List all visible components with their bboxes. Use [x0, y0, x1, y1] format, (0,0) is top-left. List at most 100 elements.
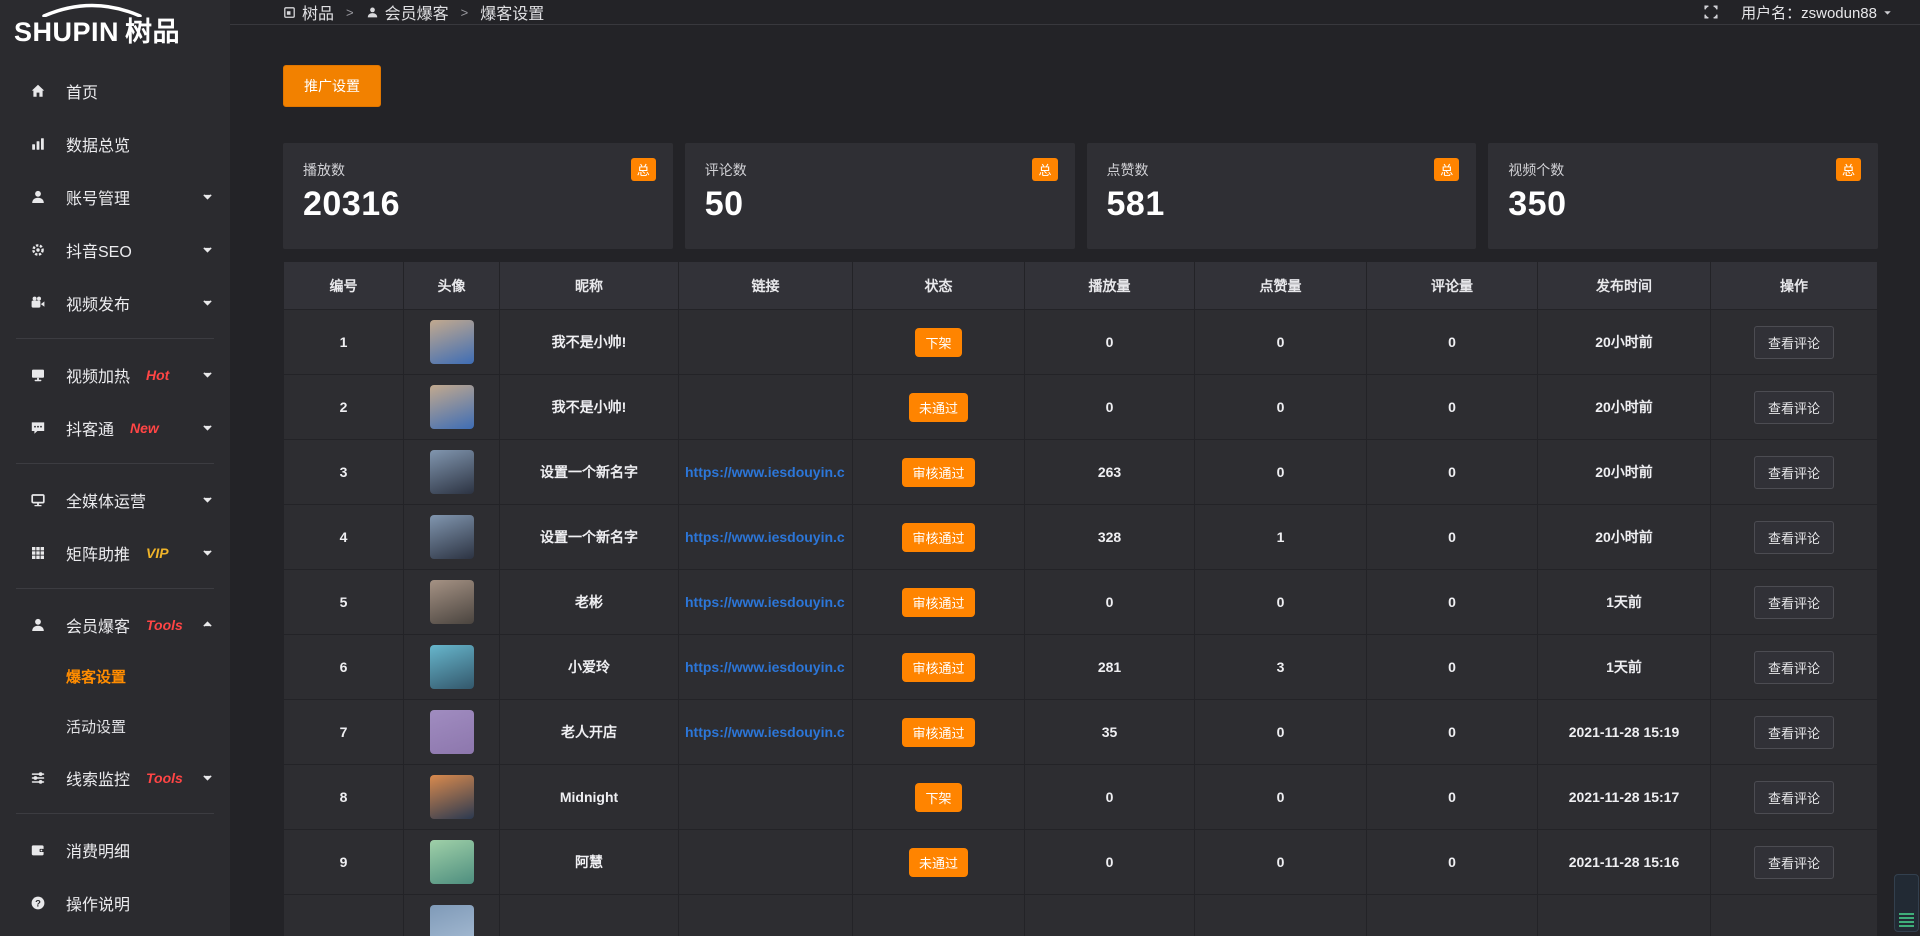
- cell-nickname: 我不是小帅!: [500, 310, 679, 375]
- sliders-icon: [30, 770, 46, 786]
- cell-likes: 1: [1195, 505, 1367, 570]
- sidebar-item-首页[interactable]: 首页: [0, 64, 230, 117]
- sidebar-item-label: 视频发布: [66, 291, 130, 315]
- cell-link: [679, 375, 853, 440]
- cell-plays: 263: [1025, 440, 1195, 505]
- promo-settings-button[interactable]: 推广设置: [283, 65, 381, 107]
- video-link[interactable]: https://www.iesdouyin.c: [685, 594, 845, 610]
- view-comments-button[interactable]: 查看评论: [1754, 521, 1834, 554]
- cell-time: 20小时前: [1538, 505, 1711, 570]
- video-link[interactable]: https://www.iesdouyin.c: [685, 724, 845, 740]
- cell-id: 1: [284, 310, 404, 375]
- cell-actions: 查看评论: [1711, 310, 1878, 375]
- avatar: [430, 320, 474, 364]
- cell-status: 未通过: [853, 830, 1025, 895]
- status-badge: 审核通过: [902, 653, 974, 682]
- cell-plays: 0: [1025, 765, 1195, 830]
- cell-comments: 0: [1367, 830, 1538, 895]
- floating-widget[interactable]: [1894, 874, 1919, 932]
- stat-value: 50: [705, 185, 1055, 224]
- brand-name-en: SHUPIN: [14, 17, 119, 47]
- cell-avatar: [404, 570, 500, 635]
- sidebar-item-label: 视频加热: [66, 363, 130, 387]
- fullscreen-icon[interactable]: [1703, 4, 1719, 20]
- view-comments-button[interactable]: 查看评论: [1754, 586, 1834, 619]
- avatar: [430, 450, 474, 494]
- cell-likes: [1195, 895, 1367, 936]
- brand-logo[interactable]: SHUPIN树品: [0, 0, 230, 58]
- cell-plays: 281: [1025, 635, 1195, 700]
- videos-table: 编号头像昵称链接状态播放量点赞量评论量发布时间操作 1我不是小帅!下架00020…: [283, 261, 1878, 936]
- status-badge: 未通过: [909, 393, 968, 422]
- video-link[interactable]: https://www.iesdouyin.c: [685, 659, 845, 675]
- sidebar-item-全媒体运营[interactable]: 全媒体运营: [0, 473, 230, 526]
- cell-time: 20小时前: [1538, 375, 1711, 440]
- sidebar-item-抖音SEO[interactable]: 抖音SEO: [0, 223, 230, 276]
- sidebar-item-操作说明[interactable]: ?操作说明: [0, 876, 230, 929]
- cell-link: https://www.iesdouyin.c: [679, 570, 853, 635]
- cell-avatar: [404, 700, 500, 765]
- column-header-点赞量: 点赞量: [1195, 262, 1367, 310]
- cell-actions: 查看评论: [1711, 765, 1878, 830]
- sidebar-item-label: 数据总览: [66, 132, 130, 156]
- view-comments-button[interactable]: 查看评论: [1754, 846, 1834, 879]
- stat-value: 350: [1508, 185, 1858, 224]
- avatar: [430, 645, 474, 689]
- breadcrumb-item-树品[interactable]: 树品: [283, 0, 334, 24]
- stat-value: 20316: [303, 185, 653, 224]
- cell-actions: [1711, 895, 1878, 936]
- column-header-昵称: 昵称: [500, 262, 679, 310]
- cell-comments: 0: [1367, 570, 1538, 635]
- sidebar-item-矩阵助推[interactable]: 矩阵助推VIP: [0, 526, 230, 579]
- sidebar-item-视频发布[interactable]: 视频发布: [0, 276, 230, 329]
- cell-actions: 查看评论: [1711, 505, 1878, 570]
- column-header-链接: 链接: [679, 262, 853, 310]
- cell-nickname: 小爱玲: [500, 635, 679, 700]
- cell-id: 8: [284, 765, 404, 830]
- cell-plays: 328: [1025, 505, 1195, 570]
- sidebar-item-消费明细[interactable]: 消费明细: [0, 823, 230, 876]
- breadcrumb-label: 会员爆客: [385, 0, 449, 24]
- sidebar-item-账号管理[interactable]: 账号管理: [0, 170, 230, 223]
- user-menu[interactable]: 用户名：zswodun88: [1741, 2, 1894, 23]
- sidebar-item-label: 全媒体运营: [66, 488, 146, 512]
- video-link[interactable]: https://www.iesdouyin.c: [685, 464, 845, 480]
- logo-arc-icon: [40, 3, 144, 17]
- sidebar-item-label: 操作说明: [66, 891, 130, 915]
- table-row: 4设置一个新名字https://www.iesdouyin.c审核通过32810…: [284, 505, 1878, 570]
- sidebar-item-视频加热[interactable]: 视频加热Hot: [0, 348, 230, 401]
- stats-cards: 播放数20316总评论数50总点赞数581总视频个数350总: [283, 143, 1878, 249]
- view-comments-button[interactable]: 查看评论: [1754, 716, 1834, 749]
- sidebar-item-线索监控[interactable]: 线索监控Tools: [0, 751, 230, 804]
- view-comments-button[interactable]: 查看评论: [1754, 391, 1834, 424]
- sidebar-item-抖客通[interactable]: 抖客通New: [0, 401, 230, 454]
- sidebar-subitem-爆客设置[interactable]: 爆客设置: [0, 651, 230, 701]
- view-comments-button[interactable]: 查看评论: [1754, 781, 1834, 814]
- video-link[interactable]: https://www.iesdouyin.c: [685, 529, 845, 545]
- cell-comments: 0: [1367, 765, 1538, 830]
- view-comments-button[interactable]: 查看评论: [1754, 326, 1834, 359]
- breadcrumb-item-爆客设置[interactable]: 爆客设置: [480, 0, 544, 24]
- view-comments-button[interactable]: 查看评论: [1754, 651, 1834, 684]
- chevron-down-icon: [201, 296, 214, 309]
- sidebar-item-会员爆客[interactable]: 会员爆客Tools: [0, 598, 230, 651]
- cell-link: [679, 310, 853, 375]
- sidebar-subitem-活动设置[interactable]: 活动设置: [0, 701, 230, 751]
- total-badge: 总: [631, 158, 656, 181]
- cell-status: 下架: [853, 765, 1025, 830]
- status-badge: 审核通过: [902, 588, 974, 617]
- cell-likes: 0: [1195, 765, 1367, 830]
- sidebar-item-数据总览[interactable]: 数据总览: [0, 117, 230, 170]
- status-badge: 未通过: [909, 848, 968, 877]
- total-badge: 总: [1434, 158, 1459, 181]
- sidebar-item-badge: Tools: [146, 770, 183, 786]
- sidebar-item-label: 抖客通: [66, 416, 114, 440]
- cell-nickname: 设置一个新名字: [500, 505, 679, 570]
- view-comments-button[interactable]: 查看评论: [1754, 456, 1834, 489]
- table-header-row: 编号头像昵称链接状态播放量点赞量评论量发布时间操作: [284, 262, 1878, 310]
- table-row: 2我不是小帅!未通过00020小时前查看评论: [284, 375, 1878, 440]
- breadcrumb-item-会员爆客[interactable]: 会员爆客: [366, 0, 449, 24]
- cell-comments: 0: [1367, 310, 1538, 375]
- status-badge: 审核通过: [902, 458, 974, 487]
- cell-likes: 3: [1195, 635, 1367, 700]
